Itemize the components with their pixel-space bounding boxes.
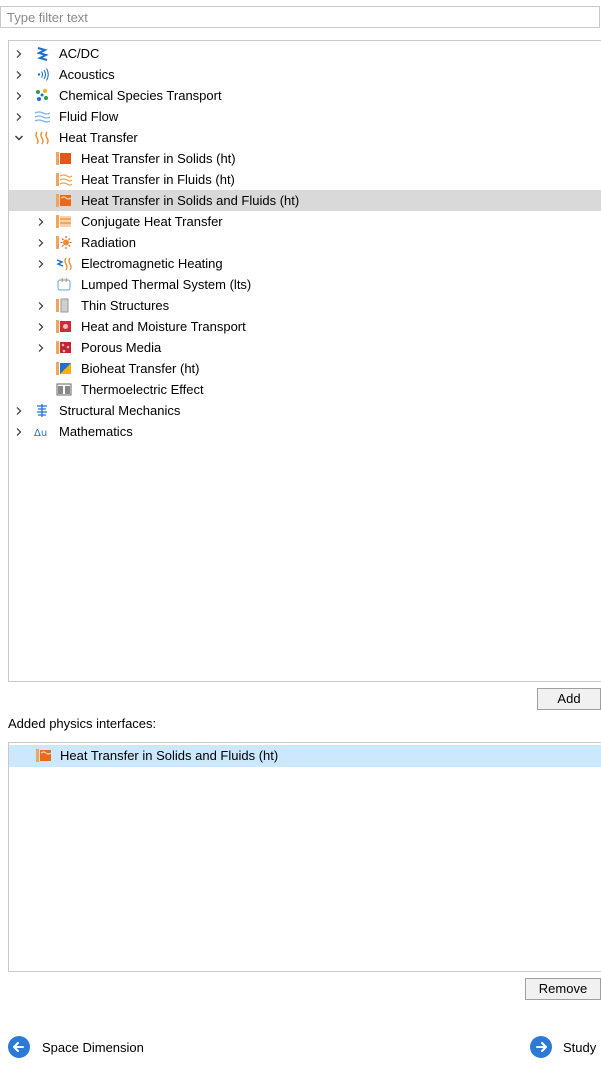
tree-item[interactable]: Heat Transfer	[9, 127, 601, 148]
heat-solids-icon	[56, 151, 72, 166]
radiation-icon	[56, 235, 72, 250]
added-physics-list[interactable]: Heat Transfer in Solids and Fluids (ht)	[8, 742, 601, 972]
tree-item-label: Heat Transfer in Solids (ht)	[81, 151, 236, 166]
tree-item-label: Thin Structures	[81, 298, 170, 313]
tree-item-label: Heat and Moisture Transport	[81, 319, 246, 334]
back-label: Space Dimension	[42, 1040, 144, 1055]
chevron-right-icon[interactable]	[13, 400, 25, 421]
tree-item-label: Bioheat Transfer (ht)	[81, 361, 200, 376]
chevron-right-icon[interactable]	[13, 106, 25, 127]
chevron-right-icon[interactable]	[13, 421, 25, 442]
conjugate-heat-icon	[56, 214, 72, 229]
chevron-right-icon[interactable]	[35, 337, 47, 358]
tree-item[interactable]: Heat Transfer in Solids (ht)	[9, 148, 601, 169]
chevron-right-icon[interactable]	[13, 64, 25, 85]
heat-fluids-icon	[56, 172, 73, 187]
chevron-right-icon[interactable]	[35, 232, 47, 253]
chevron-right-icon[interactable]	[35, 295, 47, 316]
heat-solids-fluids-icon	[56, 193, 72, 208]
tree-item[interactable]: Heat Transfer in Fluids (ht)	[9, 169, 601, 190]
chevron-right-icon[interactable]	[35, 316, 47, 337]
acoustics-icon	[34, 67, 50, 82]
chevron-right-icon[interactable]	[35, 211, 47, 232]
next-label: Study	[563, 1040, 597, 1055]
heat-moisture-icon	[56, 319, 72, 334]
svg-text:Δu: Δu	[34, 428, 47, 439]
tree-item-label: Porous Media	[81, 340, 162, 355]
chevron-right-icon[interactable]	[13, 43, 25, 64]
fluid-flow-icon	[34, 109, 51, 124]
chemical-species-icon	[34, 88, 50, 103]
tree-item[interactable]: Structural Mechanics	[9, 400, 601, 421]
tree-item[interactable]: Thin Structures	[9, 295, 601, 316]
arrow-right-icon	[530, 1036, 552, 1058]
mathematics-icon: Δu	[34, 424, 50, 439]
next-study-button[interactable]: Study	[530, 1036, 601, 1060]
tree-item[interactable]: Electromagnetic Heating	[9, 253, 601, 274]
em-heating-icon	[56, 256, 72, 271]
tree-item[interactable]: Fluid Flow	[9, 106, 601, 127]
heat-solids-fluids-icon	[36, 748, 52, 763]
tree-item-label: Radiation	[81, 235, 136, 250]
added-physics-item-label: Heat Transfer in Solids and Fluids (ht)	[60, 748, 279, 763]
tree-item[interactable]: Δu Mathematics	[9, 421, 601, 442]
added-physics-item[interactable]: Heat Transfer in Solids and Fluids (ht)	[9, 745, 601, 767]
tree-item-label: Acoustics	[59, 67, 115, 82]
chevron-right-icon[interactable]	[13, 85, 25, 106]
filter-input[interactable]	[0, 6, 600, 28]
porous-media-icon	[56, 340, 72, 355]
physics-tree[interactable]: AC/DC Acoustics Chemical Species Transport…	[8, 40, 601, 682]
tree-item[interactable]: Heat Transfer in Solids and Fluids (ht)	[9, 190, 601, 211]
tree-item-label: Structural Mechanics	[59, 403, 181, 418]
tree-item-label: Mathematics	[59, 424, 133, 439]
tree-item-label: Heat Transfer in Fluids (ht)	[81, 172, 235, 187]
tree-item[interactable]: AC/DC	[9, 43, 601, 64]
tree-item-label: Conjugate Heat Transfer	[81, 214, 223, 229]
tree-item-label: Lumped Thermal System (lts)	[81, 277, 252, 292]
tree-item-label: Heat Transfer in Solids and Fluids (ht)	[81, 193, 300, 208]
tree-item[interactable]: Bioheat Transfer (ht)	[9, 358, 601, 379]
tree-item[interactable]: Radiation	[9, 232, 601, 253]
chevron-down-icon[interactable]	[13, 127, 25, 148]
structural-mechanics-icon	[34, 403, 50, 418]
tree-item-label: Chemical Species Transport	[59, 88, 222, 103]
added-physics-label: Added physics interfaces:	[8, 716, 157, 731]
tree-item[interactable]: Porous Media	[9, 337, 601, 358]
tree-item[interactable]: Chemical Species Transport	[9, 85, 601, 106]
tree-item-label: Fluid Flow	[59, 109, 119, 124]
chevron-right-icon[interactable]	[35, 253, 47, 274]
thin-structures-icon	[56, 298, 72, 313]
tree-item[interactable]: Heat and Moisture Transport	[9, 316, 601, 337]
tree-item[interactable]: Conjugate Heat Transfer	[9, 211, 601, 232]
remove-button[interactable]: Remove	[525, 978, 601, 1000]
tree-item-label: AC/DC	[59, 46, 100, 61]
acdc-icon	[34, 46, 50, 61]
tree-item-label: Heat Transfer	[59, 130, 138, 145]
add-button[interactable]: Add	[537, 688, 601, 710]
bioheat-icon	[56, 361, 72, 376]
tree-item-label: Electromagnetic Heating	[81, 256, 223, 271]
arrow-left-icon	[8, 1036, 30, 1058]
tree-item[interactable]: Lumped Thermal System (lts)	[9, 274, 601, 295]
lumped-thermal-icon	[56, 277, 72, 292]
tree-item[interactable]: Thermoelectric Effect	[9, 379, 601, 400]
thermoelectric-icon	[56, 382, 72, 397]
tree-item-label: Thermoelectric Effect	[81, 382, 204, 397]
tree-item[interactable]: Acoustics	[9, 64, 601, 85]
heat-transfer-icon	[34, 130, 50, 145]
